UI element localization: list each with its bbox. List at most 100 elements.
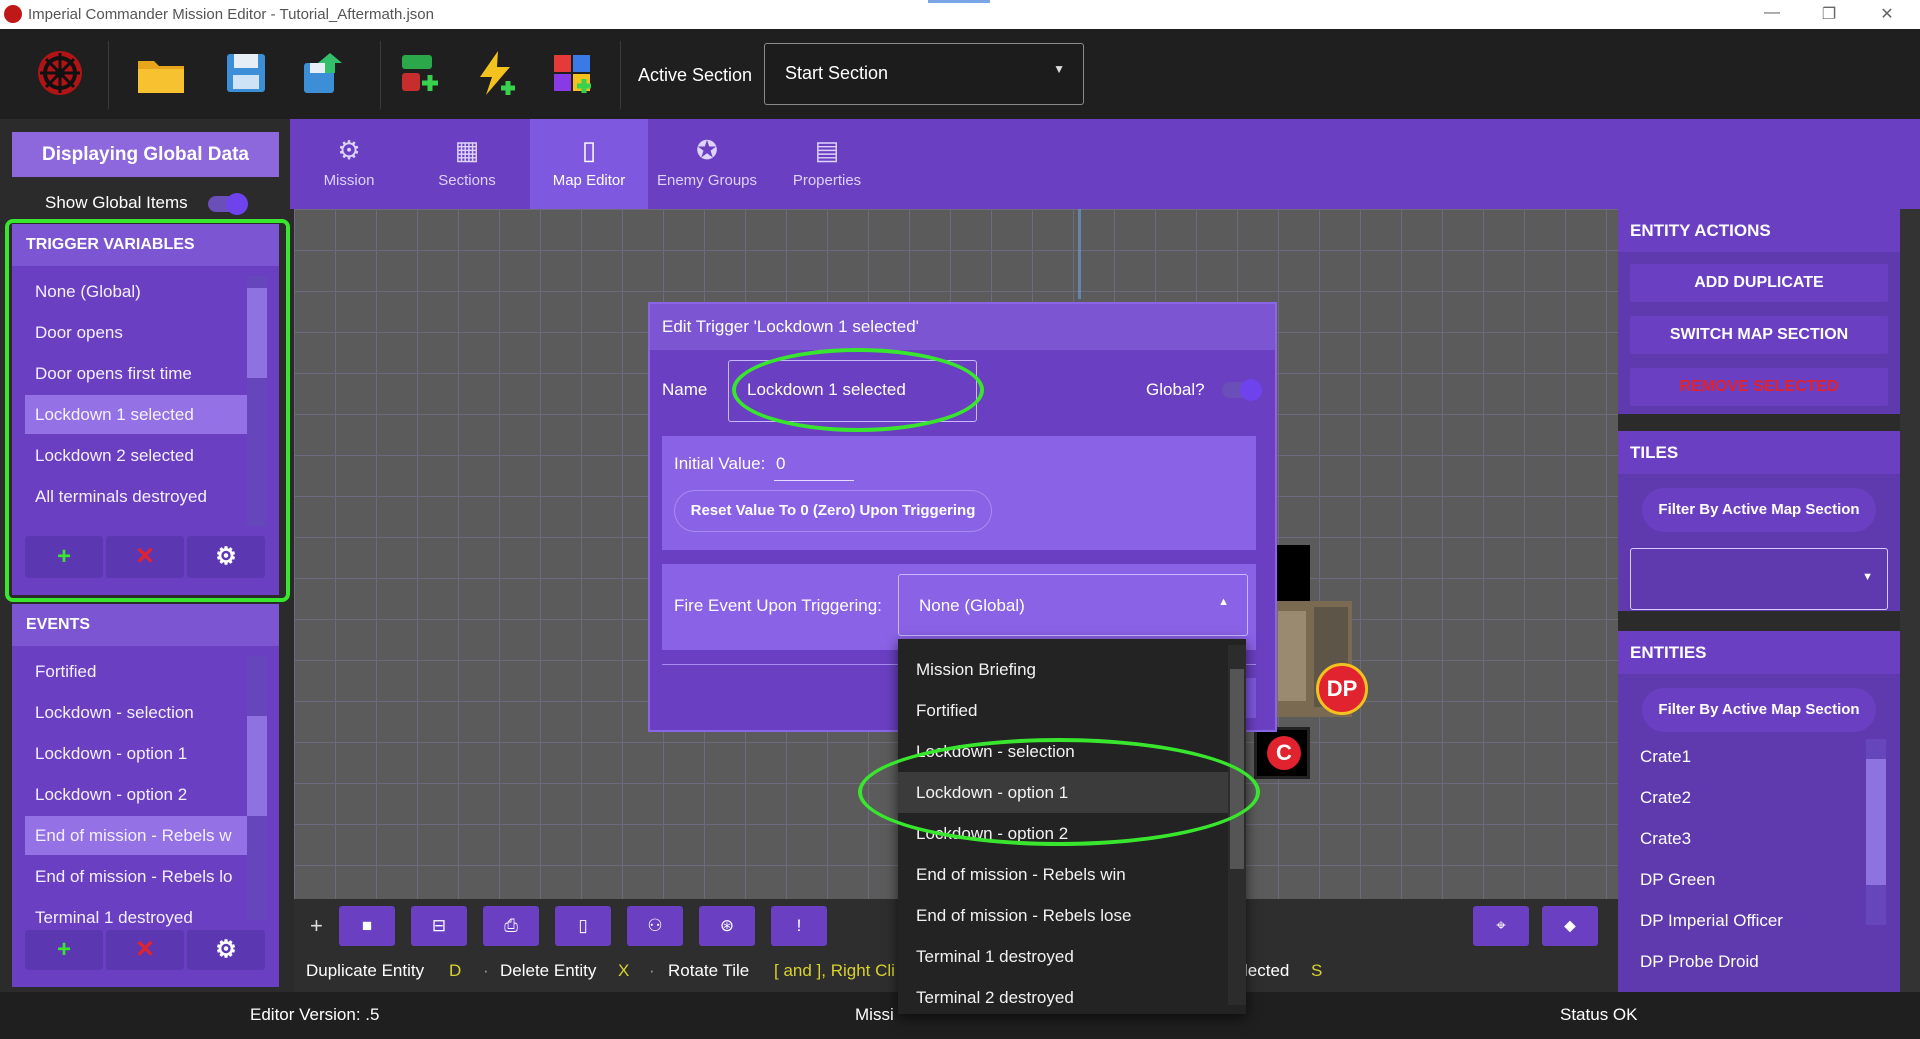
target-tool-button[interactable]: ⊛ xyxy=(699,906,755,946)
dropdown-option[interactable]: End of mission - Rebels lose xyxy=(898,895,1246,936)
alert-tool-button[interactable]: ! xyxy=(771,906,827,946)
active-section-value: Start Section xyxy=(785,63,889,83)
editor-version: Editor Version: .5 xyxy=(250,1005,380,1024)
entities-filter-button[interactable]: Filter By Active Map Section xyxy=(1642,688,1876,732)
entities-scrollbar[interactable] xyxy=(1866,739,1886,925)
shortcut-label: Duplicate Entity xyxy=(306,961,425,980)
delete-event-button[interactable]: ✕ xyxy=(106,930,184,970)
open-folder-icon[interactable] xyxy=(136,49,184,97)
entity-list-item[interactable]: DP Imperial Officer xyxy=(1640,911,1783,931)
entity-list-item[interactable]: DP Probe Droid xyxy=(1640,952,1759,972)
show-global-toggle[interactable] xyxy=(208,193,248,215)
reset-value-button[interactable]: Reset Value To 0 (Zero) Upon Triggering xyxy=(674,490,992,532)
event-list-item[interactable]: End of mission - Rebels w xyxy=(25,816,247,855)
scrollbar-thumb[interactable] xyxy=(247,716,267,816)
tab-sections[interactable]: ▦ Sections xyxy=(408,119,526,209)
entity-list-item[interactable]: Crate1 xyxy=(1640,747,1691,767)
status-text: Status OK xyxy=(1560,1005,1638,1024)
entities-panel: ENTITIES Filter By Active Map Section Cr… xyxy=(1618,631,1900,992)
tab-mission[interactable]: ⚙ Mission xyxy=(290,119,408,209)
tag-button[interactable]: ⬥ xyxy=(1542,906,1598,946)
tab-label: Mission xyxy=(323,172,375,189)
center-view-button[interactable]: ⌖ xyxy=(1473,906,1529,946)
square-icon: ■ xyxy=(361,916,373,935)
map-icon: ▯ xyxy=(581,135,597,165)
global-toggle[interactable] xyxy=(1222,379,1262,401)
fire-event-label: Fire Event Upon Triggering: xyxy=(674,596,882,615)
trigger-panel-highlight xyxy=(5,219,290,602)
save-icon[interactable] xyxy=(222,49,270,97)
shortcut-label: Rotate Tile xyxy=(668,961,750,980)
toolbar-separator xyxy=(108,41,109,109)
minimize-button[interactable]: — xyxy=(1757,4,1787,22)
right-outer-scrollbar[interactable] xyxy=(1900,209,1920,992)
entity-list-item[interactable]: Crate2 xyxy=(1640,788,1691,808)
shortcut-separator: · xyxy=(483,961,489,980)
dropdown-option[interactable]: Terminal 1 destroyed xyxy=(898,936,1246,977)
map-section-marker xyxy=(1078,209,1081,299)
group-icon: ⚇ xyxy=(647,916,663,935)
close-button[interactable]: ✕ xyxy=(1872,4,1902,24)
tab-properties[interactable]: ▤ Properties xyxy=(768,119,886,209)
event-list-item[interactable]: Lockdown - selection xyxy=(25,693,247,732)
entity-actions-header: ENTITY ACTIONS xyxy=(1618,209,1900,252)
toolbar-separator xyxy=(620,41,621,109)
dropdown-option[interactable]: Terminal 2 destroyed xyxy=(898,977,1246,1014)
stamp-tool-button[interactable]: ⊟ xyxy=(411,906,467,946)
lightning-icon[interactable] xyxy=(472,49,520,97)
add-event-button[interactable]: + xyxy=(25,930,103,970)
target-icon: ⊛ xyxy=(719,916,735,935)
c-token[interactable]: C xyxy=(1267,736,1301,770)
displaying-global-data-button[interactable]: Displaying Global Data xyxy=(12,132,279,177)
event-list-item[interactable]: Lockdown - option 2 xyxy=(25,775,247,814)
entity-actions-panel: ENTITY ACTIONS ADD DUPLICATE SWITCH MAP … xyxy=(1618,209,1900,414)
restore-button[interactable]: ❐ xyxy=(1814,4,1844,24)
properties-icon: ▤ xyxy=(814,135,840,165)
event-settings-button[interactable]: ⚙ xyxy=(187,930,265,970)
door-tool-button[interactable]: ▯ xyxy=(555,906,611,946)
dialog-title: Edit Trigger 'Lockdown 1 selected' xyxy=(650,304,1275,350)
dropdown-scrollbar[interactable] xyxy=(1228,645,1246,1005)
window-title: Imperial Commander Mission Editor - Tuto… xyxy=(28,6,434,23)
colored-grid-icon[interactable] xyxy=(548,49,596,97)
crate-tile[interactable]: C xyxy=(1254,727,1310,779)
dropdown-option[interactable]: Mission Briefing xyxy=(898,649,1246,690)
entity-list-item[interactable]: Crate3 xyxy=(1640,829,1691,849)
tab-map-editor[interactable]: ▯ Map Editor xyxy=(530,119,648,209)
chevron-down-icon: ▼ xyxy=(1862,571,1873,583)
toolbar: Active Section Start Section ▼ xyxy=(0,29,1920,119)
active-section-select[interactable]: Start Section ▼ xyxy=(764,43,1084,105)
tiles-filter-button[interactable]: Filter By Active Map Section xyxy=(1642,488,1876,532)
add-event-icon[interactable] xyxy=(396,49,444,97)
tab-enemy-groups[interactable]: ✪ Enemy Groups xyxy=(648,119,766,209)
dropdown-option[interactable]: End of mission - Rebels win xyxy=(898,854,1246,895)
shortcut-label: lected xyxy=(1244,961,1290,980)
printer-tool-button[interactable]: ⎙ xyxy=(483,906,539,946)
add-duplicate-button[interactable]: ADD DUPLICATE xyxy=(1630,264,1888,302)
add-tool-button[interactable]: + xyxy=(310,913,323,939)
shortcut-key: S xyxy=(1311,961,1323,980)
save-as-icon[interactable] xyxy=(300,49,348,97)
fire-event-panel: Fire Event Upon Triggering: None (Global… xyxy=(662,564,1256,650)
tiles-select[interactable]: ▼ xyxy=(1630,548,1888,610)
initial-value-input[interactable]: 0 xyxy=(774,446,854,481)
tab-label: Map Editor xyxy=(552,172,626,189)
tab-label: Enemy Groups xyxy=(656,172,758,189)
event-list-item[interactable]: Fortified xyxy=(25,652,247,691)
square-tool-button[interactable]: ■ xyxy=(339,906,395,946)
imperial-logo-icon[interactable] xyxy=(36,49,84,97)
group-tool-button[interactable]: ⚇ xyxy=(627,906,683,946)
entity-list-item[interactable]: DP Green xyxy=(1640,870,1715,890)
events-scrollbar[interactable] xyxy=(247,656,267,920)
gear-icon: ⚙ xyxy=(337,135,361,165)
switch-map-section-button[interactable]: SWITCH MAP SECTION xyxy=(1630,316,1888,354)
event-list-item[interactable]: Lockdown - option 1 xyxy=(25,734,247,773)
scrollbar-thumb[interactable] xyxy=(1866,759,1886,885)
shortcut-key: D xyxy=(449,961,462,980)
dropdown-option[interactable]: Fortified xyxy=(898,690,1246,731)
fire-event-select[interactable]: None (Global) ▲ xyxy=(898,574,1248,636)
events-panel: EVENTS Fortified Lockdown - selection Lock… xyxy=(12,604,279,987)
dp-token[interactable]: DP xyxy=(1316,663,1368,715)
remove-selected-button[interactable]: REMOVE SELECTED xyxy=(1630,368,1888,406)
event-list-item[interactable]: End of mission - Rebels lo xyxy=(25,857,247,896)
